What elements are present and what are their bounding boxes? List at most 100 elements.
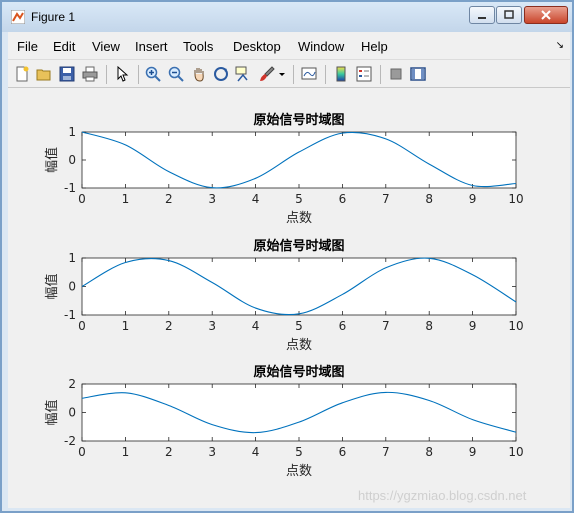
matlab-app-icon (11, 10, 25, 24)
y-axis-label: 幅值 (44, 147, 60, 173)
maximize-button[interactable] (496, 6, 522, 24)
menu-view[interactable]: View (92, 39, 120, 54)
x-tick-label: 4 (252, 192, 260, 206)
rotate-3d-icon[interactable] (213, 66, 229, 82)
zoom-out-icon[interactable] (168, 66, 184, 82)
zoom-in-icon[interactable] (145, 66, 161, 82)
x-tick-label: 10 (508, 445, 523, 459)
figure-toolbar (8, 59, 570, 88)
x-tick-label: 2 (165, 445, 173, 459)
figure-canvas: 0 1 2 3 4 5 6 7 8 9 10 -1 0 1 原始信号时域图 点数 幅值 0 1 2 3 4 5 6 7 8 9 10… (8, 88, 570, 508)
link-plot-icon[interactable] (301, 66, 317, 82)
x-tick-label: 6 (339, 319, 347, 333)
x-tick-label: 3 (208, 445, 216, 459)
toolbar-separator (106, 65, 107, 84)
y-tick-label: 0 (68, 280, 76, 294)
menu-window[interactable]: Window (298, 39, 344, 54)
menu-insert[interactable]: Insert (135, 39, 168, 54)
x-tick-label: 9 (469, 319, 477, 333)
save-icon[interactable] (59, 66, 75, 82)
plot-area (81, 257, 517, 316)
toolbar-separator (380, 65, 381, 84)
chart-title: 原始信号时域图 (253, 112, 344, 128)
menubar-dock-arrow-icon[interactable]: ↘ (556, 40, 564, 51)
x-tick-label: 6 (339, 192, 347, 206)
x-tick-label: 4 (252, 319, 260, 333)
y-tick-label: 0 (68, 406, 76, 420)
menu-tools[interactable]: Tools (183, 39, 213, 54)
x-tick-label: 4 (252, 445, 260, 459)
x-axis-label: 点数 (286, 211, 312, 226)
y-tick-label: 1 (68, 251, 76, 265)
brush-icon[interactable] (259, 66, 275, 82)
x-tick-label: 7 (382, 319, 390, 333)
x-tick-label: 0 (78, 192, 86, 206)
x-tick-label: 10 (508, 319, 523, 333)
toolbar-separator (293, 65, 294, 84)
y-tick-label: -1 (64, 181, 76, 195)
x-tick-label: 8 (425, 445, 433, 459)
x-tick-label: 5 (295, 192, 303, 206)
x-tick-label: 1 (122, 445, 130, 459)
open-file-icon[interactable] (36, 66, 52, 82)
toolbar-separator (325, 65, 326, 84)
chart-title: 原始信号时域图 (253, 364, 344, 380)
x-tick-label: 10 (508, 192, 523, 206)
chart-title: 原始信号时域图 (253, 238, 344, 254)
x-tick-label: 7 (382, 445, 390, 459)
close-icon (541, 10, 551, 20)
legend-icon[interactable] (356, 66, 372, 82)
x-tick-label: 8 (425, 319, 433, 333)
y-tick-label: -2 (64, 434, 76, 448)
x-tick-label: 8 (425, 192, 433, 206)
minimize-button[interactable] (469, 6, 495, 24)
print-icon[interactable] (82, 66, 98, 82)
menu-desktop[interactable]: Desktop (233, 39, 281, 54)
new-figure-icon[interactable] (14, 66, 30, 82)
colorbar-icon[interactable] (333, 66, 349, 82)
x-axis-label: 点数 (286, 338, 312, 353)
plot-area (81, 383, 517, 442)
plot-area (81, 131, 517, 189)
brush-dropdown-icon[interactable] (278, 66, 286, 82)
subplot-3[interactable]: 0 1 2 3 4 5 6 7 8 9 10-202原始信号时域图点数幅值 (44, 364, 524, 479)
maximize-icon (504, 10, 514, 19)
x-tick-label: 2 (165, 319, 173, 333)
x-tick-label: 9 (469, 192, 477, 206)
toolbar-separator (138, 65, 139, 84)
minimize-icon (478, 17, 486, 19)
menu-edit[interactable]: Edit (53, 39, 75, 54)
menu-file[interactable]: File (17, 39, 38, 54)
x-tick-label: 9 (469, 445, 477, 459)
pointer-icon[interactable] (114, 66, 130, 82)
figure-window: Figure 1 File Edit View Insert Tools Des… (0, 0, 574, 513)
x-tick-label: 2 (165, 192, 173, 206)
x-tick-label: 0 (78, 445, 86, 459)
subplot-1[interactable]: 0 1 2 3 4 5 6 7 8 9 10-101原始信号时域图点数幅值 (44, 112, 524, 226)
x-tick-label: 3 (208, 319, 216, 333)
close-button[interactable] (524, 6, 568, 24)
y-tick-label: 0 (68, 153, 76, 167)
x-tick-label: 0 (78, 319, 86, 333)
hide-plot-tools-icon[interactable] (388, 66, 404, 82)
x-tick-label: 5 (295, 445, 303, 459)
y-axis-label: 幅值 (44, 273, 60, 299)
y-tick-label: 1 (68, 125, 76, 139)
data-cursor-icon[interactable] (235, 66, 251, 82)
menu-help[interactable]: Help (361, 39, 388, 54)
y-tick-label: 2 (68, 377, 76, 391)
x-tick-label: 5 (295, 319, 303, 333)
x-tick-label: 3 (208, 192, 216, 206)
show-plot-tools-icon[interactable] (410, 66, 426, 82)
x-axis-label: 点数 (286, 464, 312, 479)
title-bar[interactable]: Figure 1 (2, 2, 572, 32)
subplot-2[interactable]: 0 1 2 3 4 5 6 7 8 9 10-101原始信号时域图点数幅值 (44, 238, 524, 353)
y-axis-label: 幅值 (44, 399, 60, 425)
menu-bar: File Edit View Insert Tools Desktop Wind… (8, 32, 570, 59)
plots-svg: 0 1 2 3 4 5 6 7 8 9 10-101原始信号时域图点数幅值 0 1 2 3 4 5 6 7 8 9 10… (44, 112, 524, 479)
pan-icon[interactable] (191, 66, 207, 82)
x-tick-label: 6 (339, 445, 347, 459)
x-tick-label: 7 (382, 192, 390, 206)
x-tick-label: 1 (122, 192, 130, 206)
x-tick-label: 1 (122, 319, 130, 333)
